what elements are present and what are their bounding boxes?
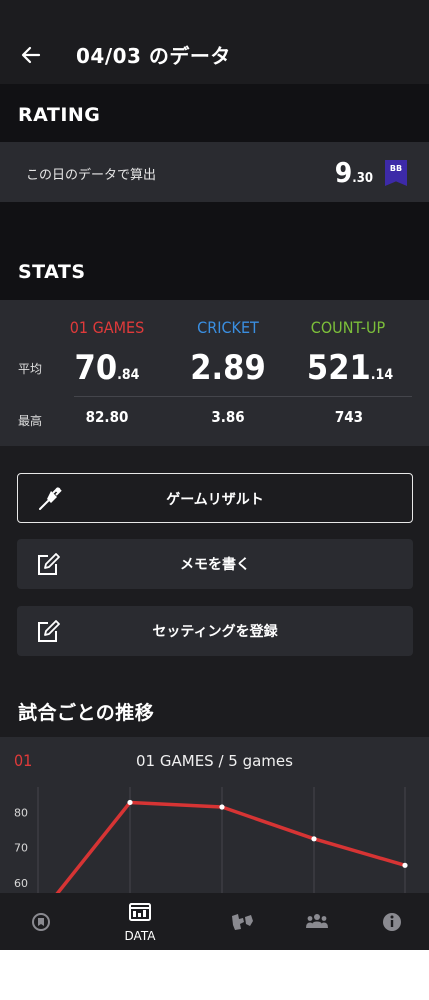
trend-section-title: 試合ごとの推移	[18, 702, 155, 724]
avg-countup: 521.14	[280, 348, 420, 388]
chart-data-point	[127, 799, 133, 806]
chart-y-tick-label: 80	[14, 806, 28, 819]
avg-01games: 70.84	[37, 348, 177, 388]
avg-countup-int: 521	[306, 348, 371, 388]
app-header: 04/03 のデータ	[0, 26, 429, 84]
friends-icon	[306, 914, 328, 928]
col-head-countup: COUNT-UP	[310, 318, 386, 337]
chart-data-point	[311, 836, 317, 842]
data-icon	[129, 903, 151, 921]
col-head-01games: 01 GAMES	[69, 318, 145, 337]
register-setting-button[interactable]: セッティングを登録	[17, 606, 413, 656]
page-title: 04/03 のデータ	[76, 44, 231, 68]
nav-item-data[interactable]: DATA	[97, 893, 183, 950]
rating-badge-icon	[32, 913, 50, 931]
chart-data-point	[219, 804, 225, 810]
write-memo-button[interactable]: メモを書く	[17, 539, 413, 589]
data-screen: 04/03 のデータ RATING この日のデータで算出 9.30 BB STA…	[0, 0, 429, 950]
arrow-left-icon	[21, 46, 41, 64]
avg-cricket: 2.89	[158, 348, 298, 388]
rating-row: この日のデータで算出 9.30 BB	[0, 142, 429, 202]
max-countup: 743	[334, 408, 364, 426]
info-icon	[383, 913, 401, 931]
chart-y-tick-label: 60	[14, 877, 28, 890]
max-01games: 82.80	[85, 408, 129, 426]
stats-panel: 01 GAMES CRICKET COUNT-UP 平均 70.84 2.89 …	[0, 300, 429, 446]
avg-countup-dec: .14	[370, 367, 394, 383]
trend-panel: 01 01 GAMES / 5 games 80 70 60	[0, 737, 429, 893]
chart-y-tick-label: 70	[14, 842, 28, 855]
write-memo-label: メモを書く	[180, 557, 250, 573]
rating-value-int: 9	[334, 156, 353, 189]
nav-item-rating[interactable]	[0, 893, 86, 950]
nav-label-data: DATA	[124, 929, 156, 943]
stats-divider	[74, 396, 412, 397]
register-setting-label: セッティングを登録	[152, 624, 278, 640]
back-button[interactable]	[18, 42, 44, 68]
map-icon	[232, 914, 253, 930]
rating-value: 9.30	[335, 156, 373, 189]
stats-section-band	[0, 202, 429, 300]
avg-01games-dec: .84	[117, 367, 140, 383]
trend-line-chart: 80 70 60	[14, 787, 408, 893]
rating-label: この日のデータで算出	[26, 168, 157, 183]
bottom-navbar: DATA	[0, 893, 429, 950]
game-result-label: ゲームリザルト	[166, 492, 264, 508]
rating-section-title: RATING	[18, 104, 101, 126]
chart-data-point	[402, 862, 408, 868]
rank-badge: BB	[385, 160, 407, 186]
rating-value-dec: .30	[352, 171, 373, 186]
nav-item-info[interactable]	[343, 893, 429, 950]
game-result-button[interactable]: ゲームリザルト	[17, 473, 413, 523]
col-head-cricket: CRICKET	[197, 318, 259, 337]
avg-01games-int: 70	[74, 348, 118, 388]
nav-item-map[interactable]	[198, 893, 284, 950]
max-cricket: 3.86	[211, 408, 245, 426]
stats-section-title: STATS	[18, 261, 86, 283]
avg-cricket-int: 2.89	[190, 348, 266, 388]
chart-series-line	[55, 800, 406, 893]
